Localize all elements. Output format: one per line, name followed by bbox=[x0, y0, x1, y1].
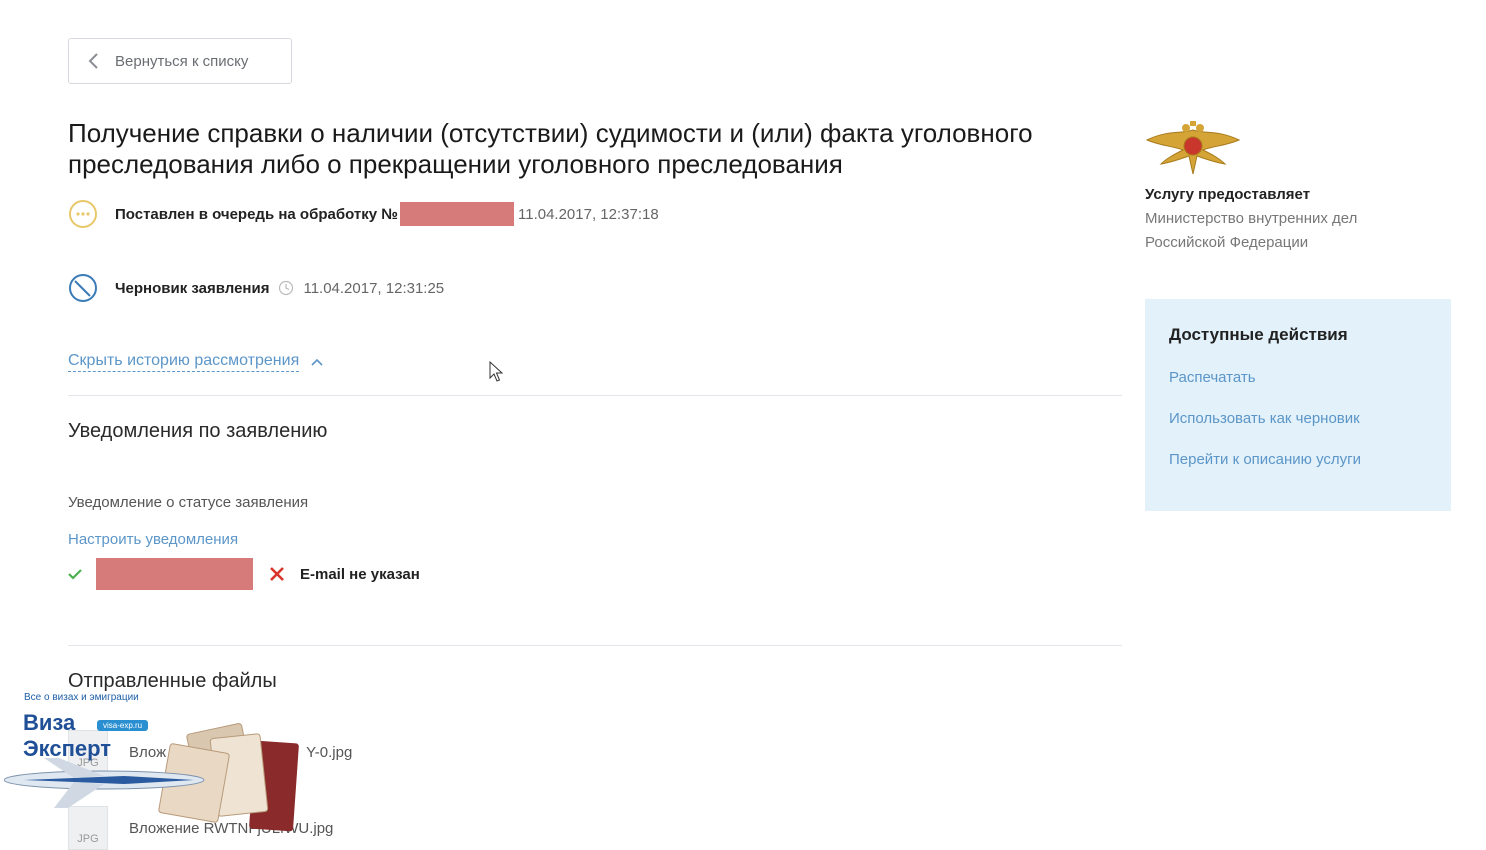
mvd-emblem-icon bbox=[1145, 121, 1241, 175]
use-as-draft-action-link[interactable]: Использовать как черновик bbox=[1169, 410, 1451, 427]
back-to-list-button[interactable]: Вернуться к списку bbox=[68, 38, 292, 84]
status-draft: Черновик заявления 11.04.2017, 12:31:25 bbox=[68, 273, 444, 303]
provider-label: Услугу предоставляет bbox=[1145, 186, 1311, 203]
status-datetime: 11.04.2017, 12:31:25 bbox=[303, 279, 445, 297]
notification-channels: E-mail не указан bbox=[68, 557, 420, 591]
watermark-overlay: Все о визах и эмиграции Виза Эксперт vis… bbox=[0, 688, 310, 836]
redacted-phone bbox=[96, 558, 253, 590]
configure-notifications-link[interactable]: Настроить уведомления bbox=[68, 531, 238, 548]
watermark-url: visa-exp.ru bbox=[97, 720, 149, 731]
cursor-icon bbox=[489, 361, 503, 382]
redacted-request-number bbox=[400, 202, 514, 226]
chevron-left-icon bbox=[88, 53, 98, 69]
divider bbox=[68, 645, 1122, 646]
notifications-title: Уведомления по заявлению bbox=[68, 420, 328, 442]
email-status: E-mail не указан bbox=[300, 565, 420, 583]
service-description-action-link[interactable]: Перейти к описанию услуги bbox=[1169, 451, 1451, 468]
status-label: Поставлен в очередь на обработку № bbox=[115, 205, 398, 223]
chevron-up-icon bbox=[311, 358, 323, 366]
page-title: Получение справки о наличии (отсутствии)… bbox=[68, 118, 1033, 179]
actions-title: Доступные действия bbox=[1169, 325, 1348, 344]
clock-icon bbox=[279, 280, 294, 296]
available-actions-panel: Доступные действия Распечатать Использов… bbox=[1145, 299, 1451, 511]
back-button-label: Вернуться к списку bbox=[115, 52, 249, 70]
status-label: Черновик заявления bbox=[115, 279, 270, 297]
watermark-brand: Виза Эксперт bbox=[23, 710, 112, 761]
status-queued: Поставлен в очередь на обработку № 11.04… bbox=[68, 199, 659, 229]
hide-history-toggle[interactable]: Скрыть историю рассмотрения bbox=[68, 351, 323, 372]
print-action-link[interactable]: Распечатать bbox=[1169, 369, 1451, 386]
watermark-tagline: Все о визах и эмиграции bbox=[24, 692, 139, 703]
status-datetime: 11.04.2017, 12:37:18 bbox=[518, 205, 659, 223]
provider-name: Министерство внутренних дел Российской Ф… bbox=[1145, 210, 1358, 251]
divider bbox=[68, 395, 1122, 396]
no-entry-icon bbox=[69, 274, 97, 302]
notifications-subtitle: Уведомление о статусе заявления bbox=[68, 494, 309, 511]
cross-icon bbox=[270, 567, 284, 581]
ellipsis-circle-icon bbox=[69, 200, 97, 228]
hide-history-label: Скрыть историю рассмотрения bbox=[68, 351, 300, 372]
check-icon bbox=[68, 569, 82, 580]
